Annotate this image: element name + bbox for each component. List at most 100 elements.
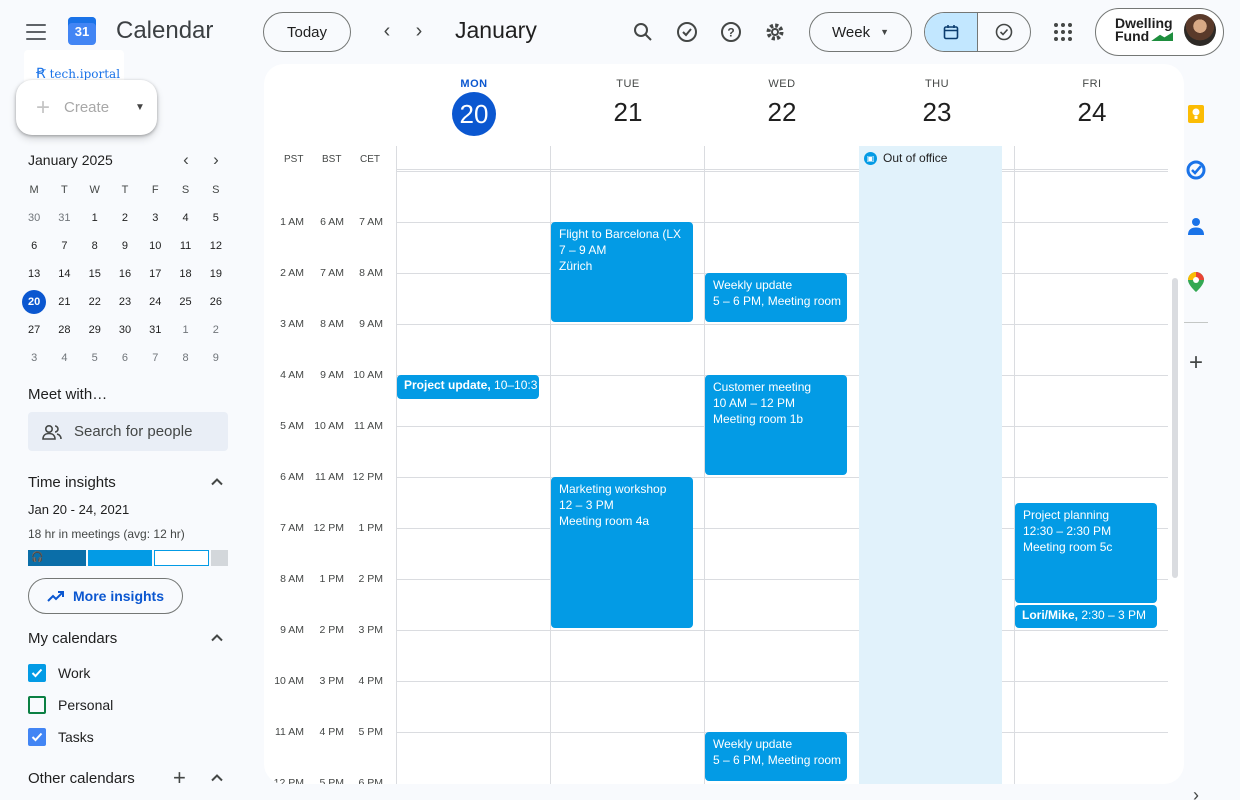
calendar-event[interactable]: Lori/Mike, 2:30 – 3 PM	[1015, 604, 1157, 628]
account-avatar[interactable]	[1184, 14, 1216, 46]
calendar-view-toggle[interactable]	[925, 13, 978, 51]
mini-day[interactable]: 26	[201, 290, 231, 318]
mini-next-month-button[interactable]: ›	[206, 150, 226, 170]
view-select-dropdown[interactable]: Week ▼	[809, 12, 912, 52]
mini-day[interactable]: 19	[201, 262, 231, 290]
day-number[interactable]: 24	[1014, 94, 1170, 130]
mini-day[interactable]: 3	[140, 206, 170, 234]
day-number[interactable]: 21	[550, 94, 706, 130]
mini-day[interactable]: 4	[49, 346, 79, 374]
mini-day[interactable]: 8	[80, 234, 110, 262]
calendar-event[interactable]: Marketing workshop 12 – 3 PM Meeting room …	[551, 477, 693, 628]
main-menu-icon[interactable]	[26, 24, 46, 40]
calendar-item-work[interactable]: Work	[28, 664, 90, 682]
mini-day[interactable]: 25	[170, 290, 200, 318]
calendar-event[interactable]: Customer meeting 10 AM – 12 PM Meeting roo…	[705, 375, 847, 475]
mini-day[interactable]: 12	[201, 234, 231, 262]
mini-day[interactable]: 13	[19, 262, 49, 290]
mini-day[interactable]: 9	[201, 346, 231, 374]
mini-prev-month-button[interactable]: ‹	[176, 150, 196, 170]
tasks-check-icon[interactable]	[674, 19, 700, 45]
google-apps-icon[interactable]	[1052, 21, 1074, 43]
expand-side-panel-icon[interactable]: ›	[1186, 785, 1206, 800]
mini-day[interactable]: 2	[110, 206, 140, 234]
mini-day[interactable]: 5	[80, 346, 110, 374]
day-header-mon[interactable]: MON 20	[396, 78, 552, 136]
day-header-wed[interactable]: WED 22	[704, 78, 860, 130]
mini-day[interactable]: 27	[19, 318, 49, 346]
calendar-event[interactable]: Flight to Barcelona (LX 7 – 9 AM Zürich	[551, 222, 693, 322]
add-other-calendar-icon[interactable]: +	[173, 767, 186, 789]
time-grid[interactable]: ▣ Out of office 1 AM 6 AM 7 AM 2 AM 7 AM 8 AM…	[264, 146, 1184, 784]
mini-day[interactable]: 31	[49, 206, 79, 234]
day-number[interactable]: 22	[704, 94, 860, 130]
calendar-item-tasks[interactable]: Tasks	[28, 728, 94, 746]
next-week-button[interactable]: ›	[407, 20, 431, 44]
mini-day[interactable]: 6	[110, 346, 140, 374]
calendar-event[interactable]: Weekly update 5 – 6 PM, Meeting room	[705, 273, 847, 322]
today-button[interactable]: Today	[263, 12, 351, 52]
mini-day[interactable]: 18	[170, 262, 200, 290]
out-of-office-event[interactable]: ▣ Out of office	[864, 151, 947, 165]
checkbox-icon[interactable]	[28, 696, 46, 714]
my-calendars-collapse-icon[interactable]	[209, 630, 225, 646]
time-insights-collapse-icon[interactable]	[209, 474, 225, 490]
mini-day[interactable]: 7	[49, 234, 79, 262]
contacts-icon[interactable]	[1186, 216, 1206, 236]
mini-day[interactable]: 11	[170, 234, 200, 262]
mini-day[interactable]: 15	[80, 262, 110, 290]
mini-day[interactable]: 8	[170, 346, 200, 374]
mini-day[interactable]: 6	[19, 234, 49, 262]
mini-day[interactable]: 14	[49, 262, 79, 290]
mini-day[interactable]: 4	[170, 206, 200, 234]
scrollbar[interactable]	[1172, 278, 1178, 578]
day-number[interactable]: 20	[452, 92, 496, 136]
mini-day[interactable]: 20	[19, 290, 49, 318]
mini-day[interactable]: 30	[19, 206, 49, 234]
maps-icon[interactable]	[1186, 272, 1206, 292]
mini-day[interactable]: 29	[80, 318, 110, 346]
mini-day[interactable]: 9	[110, 234, 140, 262]
create-button[interactable]: + Create ▼	[16, 80, 157, 135]
checkbox-icon[interactable]	[28, 664, 46, 682]
mini-day[interactable]: 16	[110, 262, 140, 290]
mini-day[interactable]: 1	[170, 318, 200, 346]
hour-label: 12 PM	[273, 777, 304, 784]
calendar-event[interactable]: Project update, 10–10:3	[397, 375, 539, 399]
mini-day[interactable]: 28	[49, 318, 79, 346]
day-number[interactable]: 23	[859, 94, 1015, 130]
help-icon[interactable]: ?	[718, 19, 744, 45]
previous-week-button[interactable]: ‹	[375, 20, 399, 44]
mini-day[interactable]: 5	[201, 206, 231, 234]
mini-day[interactable]: 3	[19, 346, 49, 374]
mini-day[interactable]: 2	[201, 318, 231, 346]
search-people-input[interactable]: Search for people	[28, 412, 228, 451]
mini-day[interactable]: 17	[140, 262, 170, 290]
mini-day[interactable]: 31	[140, 318, 170, 346]
calendar-event[interactable]: Weekly update 5 – 6 PM, Meeting room	[705, 732, 847, 781]
mini-day[interactable]: 30	[110, 318, 140, 346]
day-header-fri[interactable]: FRI 24	[1014, 78, 1170, 130]
settings-gear-icon[interactable]	[762, 19, 788, 45]
out-of-office-column[interactable]	[859, 146, 1002, 784]
mini-day[interactable]: 21	[49, 290, 79, 318]
search-icon[interactable]	[630, 19, 656, 45]
day-header-tue[interactable]: TUE 21	[550, 78, 706, 130]
mini-day[interactable]: 10	[140, 234, 170, 262]
add-addon-icon[interactable]: +	[1186, 349, 1206, 376]
keep-icon[interactable]	[1186, 104, 1206, 124]
mini-day[interactable]: 23	[110, 290, 140, 318]
mini-day[interactable]: 1	[80, 206, 110, 234]
checkbox-icon[interactable]	[28, 728, 46, 746]
calendar-tasks-toggle[interactable]	[924, 12, 1031, 52]
mini-day[interactable]: 22	[80, 290, 110, 318]
tasks-view-toggle[interactable]	[978, 13, 1030, 51]
tasks-app-icon[interactable]	[1186, 160, 1206, 180]
calendar-event[interactable]: Project planning 12:30 – 2:30 PM Meeting r…	[1015, 502, 1157, 603]
other-calendars-collapse-icon[interactable]	[209, 770, 225, 786]
more-insights-button[interactable]: More insights	[28, 578, 183, 614]
calendar-item-personal[interactable]: Personal	[28, 696, 113, 714]
day-header-thu[interactable]: THU 23	[859, 78, 1015, 130]
mini-day[interactable]: 24	[140, 290, 170, 318]
mini-day[interactable]: 7	[140, 346, 170, 374]
